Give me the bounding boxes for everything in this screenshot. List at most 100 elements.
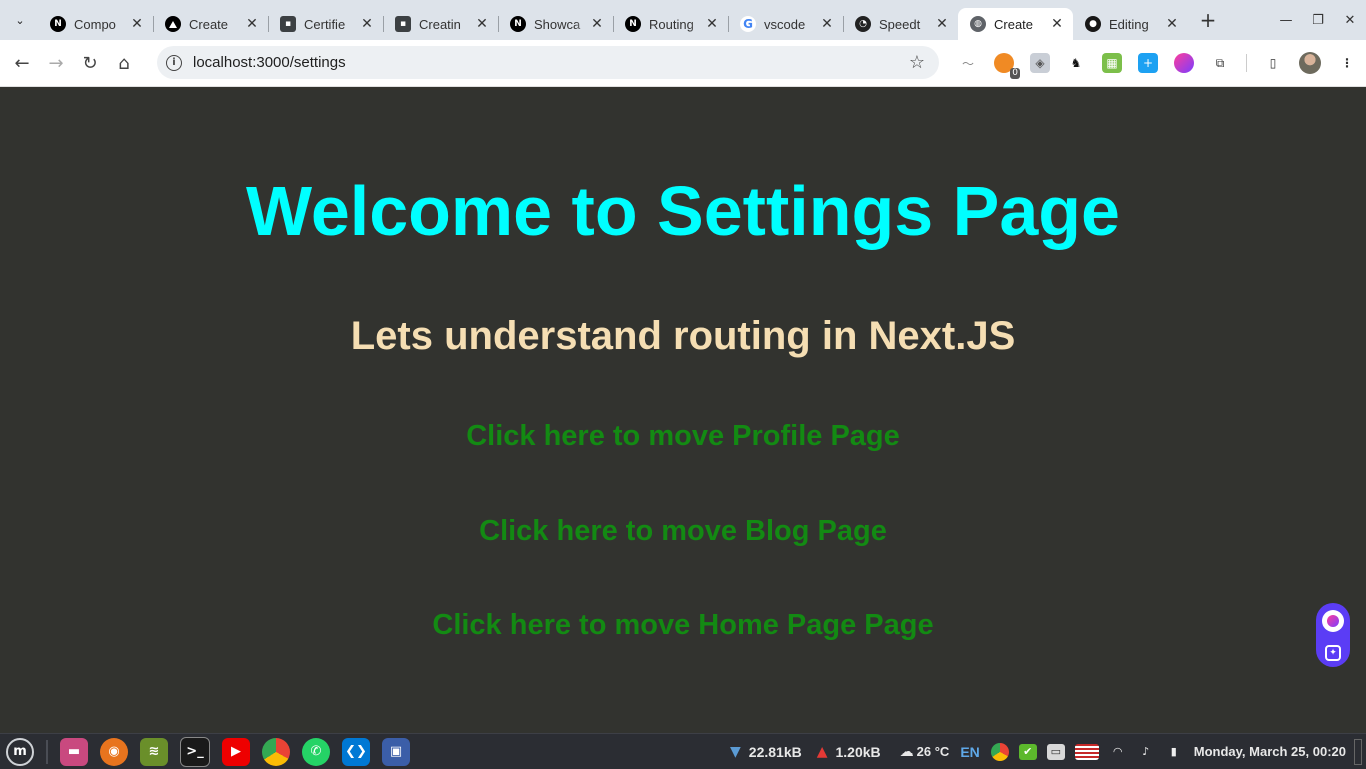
home-page-link[interactable]: Click here to move Home Page Page	[0, 607, 1366, 643]
page-subtitle: Lets understand routing in Next.JS	[350, 314, 1016, 358]
plus-extension-icon[interactable]: +	[1138, 53, 1158, 73]
keyboard-language[interactable]: EN	[960, 744, 979, 760]
side-panel-icon[interactable]: ▯	[1263, 53, 1283, 73]
floating-assistant-widget[interactable]: ✦	[1316, 603, 1350, 667]
close-icon[interactable]: ✕	[474, 16, 490, 32]
card-icon: ▪	[280, 16, 296, 32]
us-flag-icon[interactable]	[1074, 743, 1099, 760]
tab[interactable]: Create ✕	[153, 8, 268, 40]
back-button[interactable]: ←	[5, 46, 39, 80]
close-icon[interactable]: ✕	[589, 16, 605, 32]
nextjs-icon: N	[625, 16, 641, 32]
weather-temperature: 26 °C	[916, 744, 950, 759]
firefox-icon[interactable]: ◉	[100, 737, 128, 766]
mint-menu-icon[interactable]: m	[6, 737, 34, 766]
assistant-orb-icon[interactable]	[1322, 609, 1344, 632]
close-icon[interactable]: ✕	[1049, 16, 1065, 32]
close-window-icon[interactable]: ✕	[1334, 13, 1366, 28]
taskbar-divider	[46, 739, 48, 764]
nextjs-icon: N	[50, 16, 66, 32]
tab-title: vscode	[764, 16, 806, 32]
profile-avatar[interactable]	[1299, 52, 1321, 74]
tab[interactable]: ● Editing ✕	[1073, 8, 1188, 40]
close-icon[interactable]: ✕	[244, 16, 260, 32]
home-button[interactable]: ⌂	[107, 46, 141, 80]
restore-icon[interactable]: ❐	[1302, 13, 1334, 28]
tab-title: Editing	[1109, 16, 1149, 32]
forward-button[interactable]: →	[39, 46, 73, 80]
spotify-icon[interactable]: ≋	[140, 737, 168, 766]
tab[interactable]: G vscode ✕	[728, 8, 843, 40]
close-icon[interactable]: ✕	[704, 16, 720, 32]
network-upload: ▲ 1.20kB	[817, 744, 881, 760]
profile-page-link[interactable]: Click here to move Profile Page	[0, 418, 1366, 454]
colorful-extension-icon[interactable]: ▦	[1102, 53, 1122, 73]
blog-page-link[interactable]: Click here to move Blog Page	[0, 513, 1366, 549]
show-desktop-button[interactable]	[1354, 738, 1362, 765]
toolbar-divider	[1246, 54, 1247, 72]
tab[interactable]: N Compo ✕	[38, 8, 153, 40]
page-title: Welcome to Settings Page	[246, 172, 1120, 250]
clock[interactable]: Monday, March 25, 00:20	[1194, 744, 1346, 759]
chrome-tray-icon[interactable]	[990, 742, 1009, 761]
globe-icon: ◍	[970, 16, 986, 32]
tab[interactable]: N Showca ✕	[498, 8, 613, 40]
battery-icon[interactable]: ▮	[1165, 744, 1183, 760]
site-info-icon[interactable]: i	[166, 54, 182, 71]
close-icon[interactable]: ✕	[1164, 16, 1180, 32]
window-controls: — ❐ ✕	[1270, 0, 1366, 40]
minimize-icon[interactable]: —	[1270, 13, 1302, 28]
tab-search-button[interactable]: ⌄	[8, 8, 32, 32]
vercel-icon	[165, 16, 181, 32]
youtube-icon[interactable]: ▶	[222, 737, 250, 766]
speedtest-icon: ◔	[855, 16, 871, 32]
keyboard-icon[interactable]: ▭	[1046, 743, 1065, 760]
update-check-icon[interactable]: ✔	[1018, 743, 1037, 760]
network-download: ▼ 22.81kB	[730, 744, 802, 760]
chrome-icon[interactable]	[262, 737, 290, 766]
extension-with-badge-icon[interactable]: 0	[994, 53, 1020, 79]
tab[interactable]: N Routing ✕	[613, 8, 728, 40]
vscode-icon[interactable]: ❮❯	[342, 737, 370, 766]
tab[interactable]: ◔ Speedt ✕	[843, 8, 958, 40]
tab[interactable]: ▪ Creatin ✕	[383, 8, 498, 40]
address-url[interactable]: localhost:3000/settings	[193, 54, 346, 71]
github-icon: ●	[1085, 16, 1101, 32]
terminal-icon[interactable]: >_	[180, 736, 210, 767]
tab-title: Create	[189, 16, 229, 32]
address-bar[interactable]: i localhost:3000/settings ☆	[157, 46, 939, 79]
tab-active[interactable]: ◍ Create ✕	[958, 8, 1073, 40]
tab-title: Certifie	[304, 16, 346, 32]
screen-recorder-icon[interactable]: ▣	[382, 737, 410, 766]
whatsapp-icon[interactable]: ✆	[302, 737, 330, 766]
card-icon: ▪	[395, 16, 411, 32]
menu-kebab-icon[interactable]: ⋮	[1337, 53, 1357, 73]
pulse-extension-icon[interactable]: 〜	[958, 53, 978, 73]
reload-button[interactable]: ↻	[73, 46, 107, 80]
close-icon[interactable]: ✕	[934, 16, 950, 32]
upload-speed: 1.20kB	[835, 743, 881, 760]
tab-title: Routing	[649, 16, 694, 32]
close-icon[interactable]: ✕	[819, 16, 835, 32]
browser-toolbar: ← → ↻ ⌂ i localhost:3000/settings ☆ 〜 0 …	[0, 40, 1366, 87]
wifi-icon[interactable]: ◠	[1109, 744, 1127, 760]
close-icon[interactable]: ✕	[359, 16, 375, 32]
close-icon[interactable]: ✕	[129, 16, 145, 32]
cloud-icon: ☁	[899, 743, 914, 760]
files-folder-icon[interactable]: ▬	[60, 737, 88, 766]
shield-extension-icon[interactable]: ◈	[1030, 53, 1050, 73]
google-icon: G	[740, 16, 756, 32]
weather-applet[interactable]: ☁ 26 °C	[900, 744, 950, 760]
gnome-extension-icon[interactable]: ♞	[1066, 53, 1086, 73]
sound-icon[interactable]: ♪	[1137, 744, 1155, 760]
system-tray: ▼ 22.81kB ▲ 1.20kB ☁ 26 °C EN ✔ ▭ ◠ ♪ ▮ …	[725, 734, 1366, 769]
image-generate-icon[interactable]: ✦	[1325, 644, 1341, 661]
bookmark-star-icon[interactable]: ☆	[909, 52, 925, 73]
nextjs-icon: N	[510, 16, 526, 32]
tab-title: Speedt	[879, 16, 921, 32]
puzzle-extensions-icon[interactable]: ⧉	[1210, 53, 1230, 73]
download-arrow-icon: ▼	[730, 743, 741, 760]
tab[interactable]: ▪ Certifie ✕	[268, 8, 383, 40]
new-tab-button[interactable]: +	[1194, 6, 1222, 34]
ai-extension-icon[interactable]	[1174, 53, 1194, 73]
